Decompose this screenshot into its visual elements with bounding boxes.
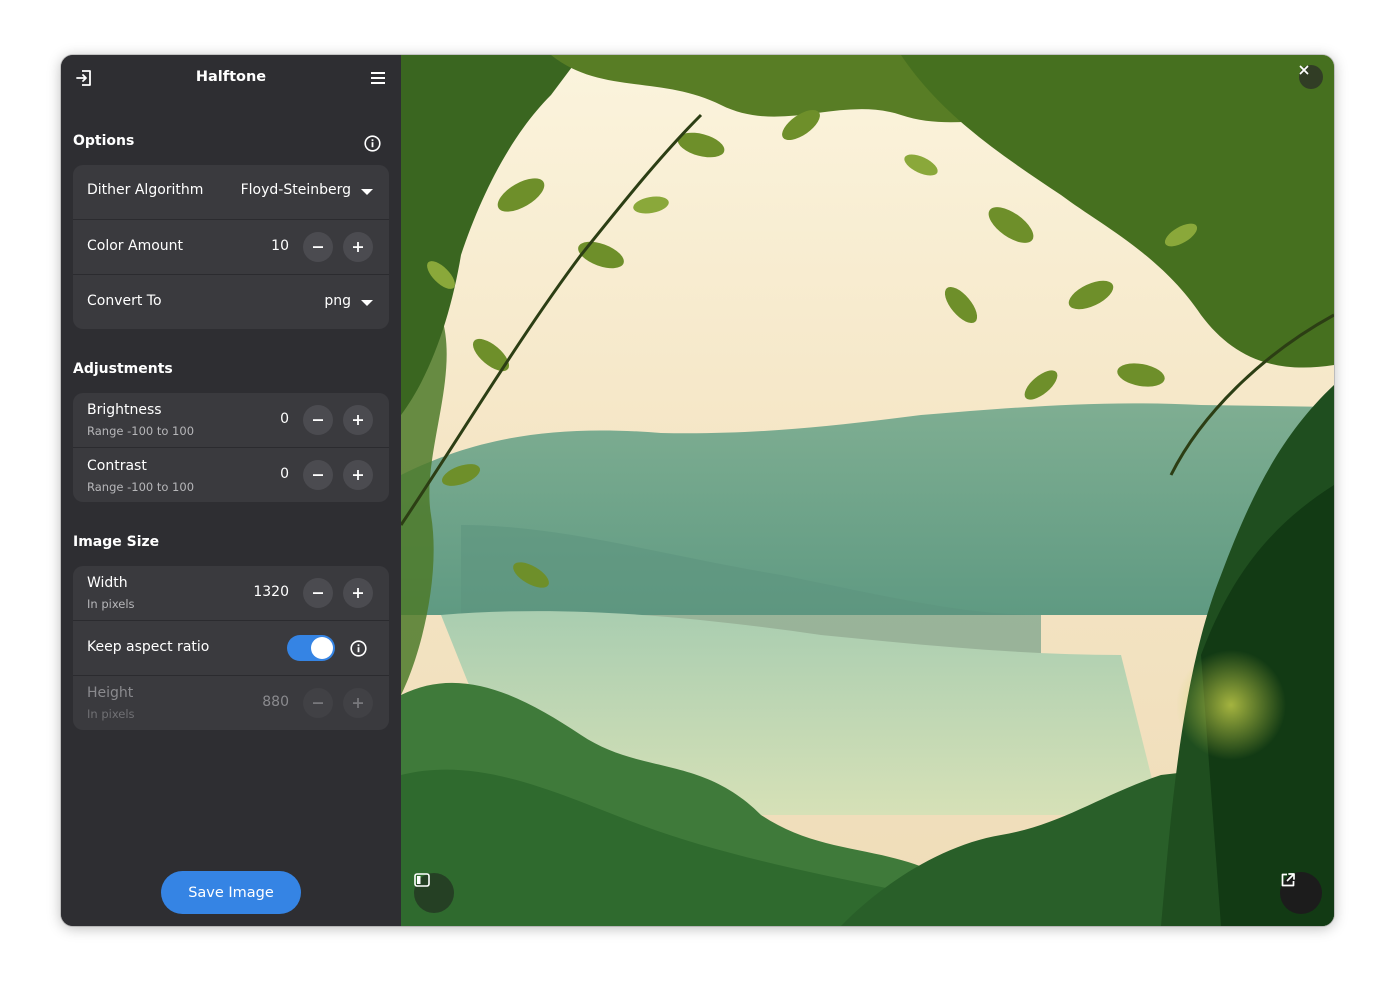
width-row: Width In pixels 1320 bbox=[73, 566, 389, 620]
main-menu-button[interactable] bbox=[363, 63, 393, 93]
adjustments-group: Brightness Range -100 to 100 0 Contrast … bbox=[73, 393, 389, 502]
info-icon bbox=[349, 639, 367, 657]
toggle-sidebar-button[interactable] bbox=[414, 873, 454, 913]
adjustments-title: Adjustments bbox=[73, 361, 173, 377]
minus-icon bbox=[313, 702, 323, 704]
color-amount-row: Color Amount 10 bbox=[73, 219, 389, 275]
hamburger-menu-icon bbox=[371, 72, 385, 84]
dither-algorithm-label: Dither Algorithm bbox=[87, 182, 204, 198]
height-row: Height In pixels 880 bbox=[73, 675, 389, 730]
close-window-button[interactable] bbox=[1299, 65, 1323, 89]
plus-icon bbox=[353, 415, 363, 425]
toggle-knob bbox=[311, 637, 333, 659]
brightness-increase-button[interactable] bbox=[343, 405, 373, 435]
height-decrease-button bbox=[303, 688, 333, 718]
brightness-range: Range -100 to 100 bbox=[87, 424, 195, 438]
contrast-decrease-button[interactable] bbox=[303, 460, 333, 490]
options-title: Options bbox=[73, 133, 135, 149]
contrast-range: Range -100 to 100 bbox=[87, 480, 195, 494]
sidebar-toggle-icon bbox=[414, 873, 430, 887]
width-label: Width bbox=[87, 575, 128, 591]
convert-to-row[interactable]: Convert To png bbox=[73, 274, 389, 329]
minus-icon bbox=[313, 474, 323, 476]
preview-image bbox=[401, 55, 1334, 926]
save-image-button[interactable]: Save Image bbox=[161, 871, 301, 914]
keep-aspect-toggle[interactable] bbox=[287, 635, 335, 661]
width-increase-button[interactable] bbox=[343, 578, 373, 608]
width-unit: In pixels bbox=[87, 597, 135, 611]
chevron-down-icon bbox=[361, 300, 373, 306]
color-amount-value[interactable]: 10 bbox=[271, 238, 289, 254]
dither-algorithm-value: Floyd-Steinberg bbox=[240, 182, 351, 198]
app-window: Halftone Options Dither Algorithm Floyd- bbox=[61, 55, 1334, 926]
height-unit: In pixels bbox=[87, 707, 135, 721]
color-amount-increase-button[interactable] bbox=[343, 232, 373, 262]
image-preview bbox=[401, 55, 1334, 926]
contrast-increase-button[interactable] bbox=[343, 460, 373, 490]
brightness-value[interactable]: 0 bbox=[280, 411, 289, 427]
height-value: 880 bbox=[262, 694, 289, 710]
header-bar: Halftone bbox=[61, 55, 401, 101]
plus-icon bbox=[353, 588, 363, 598]
minus-icon bbox=[313, 419, 323, 421]
contrast-label: Contrast bbox=[87, 458, 147, 474]
open-external-icon bbox=[1281, 873, 1295, 887]
minus-icon bbox=[313, 592, 323, 594]
plus-icon bbox=[353, 242, 363, 252]
plus-icon bbox=[353, 698, 363, 708]
image-size-group: Width In pixels 1320 Keep aspect ratio H… bbox=[73, 566, 389, 730]
dither-algorithm-row[interactable]: Dither Algorithm Floyd-Steinberg bbox=[73, 165, 389, 219]
color-amount-decrease-button[interactable] bbox=[303, 232, 333, 262]
keep-aspect-label: Keep aspect ratio bbox=[87, 639, 210, 655]
minus-icon bbox=[313, 246, 323, 248]
keep-aspect-info-button[interactable] bbox=[346, 636, 370, 660]
brightness-label: Brightness bbox=[87, 402, 162, 418]
sidebar: Halftone Options Dither Algorithm Floyd- bbox=[61, 55, 401, 926]
open-external-button[interactable] bbox=[1280, 872, 1322, 914]
convert-to-value: png bbox=[324, 293, 351, 309]
window-title: Halftone bbox=[195, 69, 267, 85]
options-info-button[interactable] bbox=[360, 131, 384, 155]
keep-aspect-row: Keep aspect ratio bbox=[73, 620, 389, 676]
contrast-value[interactable]: 0 bbox=[280, 466, 289, 482]
brightness-row: Brightness Range -100 to 100 0 bbox=[73, 393, 389, 447]
image-size-title: Image Size bbox=[73, 534, 160, 550]
width-decrease-button[interactable] bbox=[303, 578, 333, 608]
contrast-row: Contrast Range -100 to 100 0 bbox=[73, 447, 389, 502]
chevron-down-icon bbox=[361, 189, 373, 195]
plus-icon bbox=[353, 470, 363, 480]
info-icon bbox=[363, 134, 381, 152]
width-value[interactable]: 1320 bbox=[253, 584, 289, 600]
convert-to-label: Convert To bbox=[87, 293, 162, 309]
color-amount-label: Color Amount bbox=[87, 238, 184, 254]
close-icon bbox=[1299, 65, 1309, 75]
height-label: Height bbox=[87, 685, 134, 701]
height-increase-button bbox=[343, 688, 373, 718]
brightness-decrease-button[interactable] bbox=[303, 405, 333, 435]
options-group: Dither Algorithm Floyd-Steinberg Color A… bbox=[73, 165, 389, 329]
